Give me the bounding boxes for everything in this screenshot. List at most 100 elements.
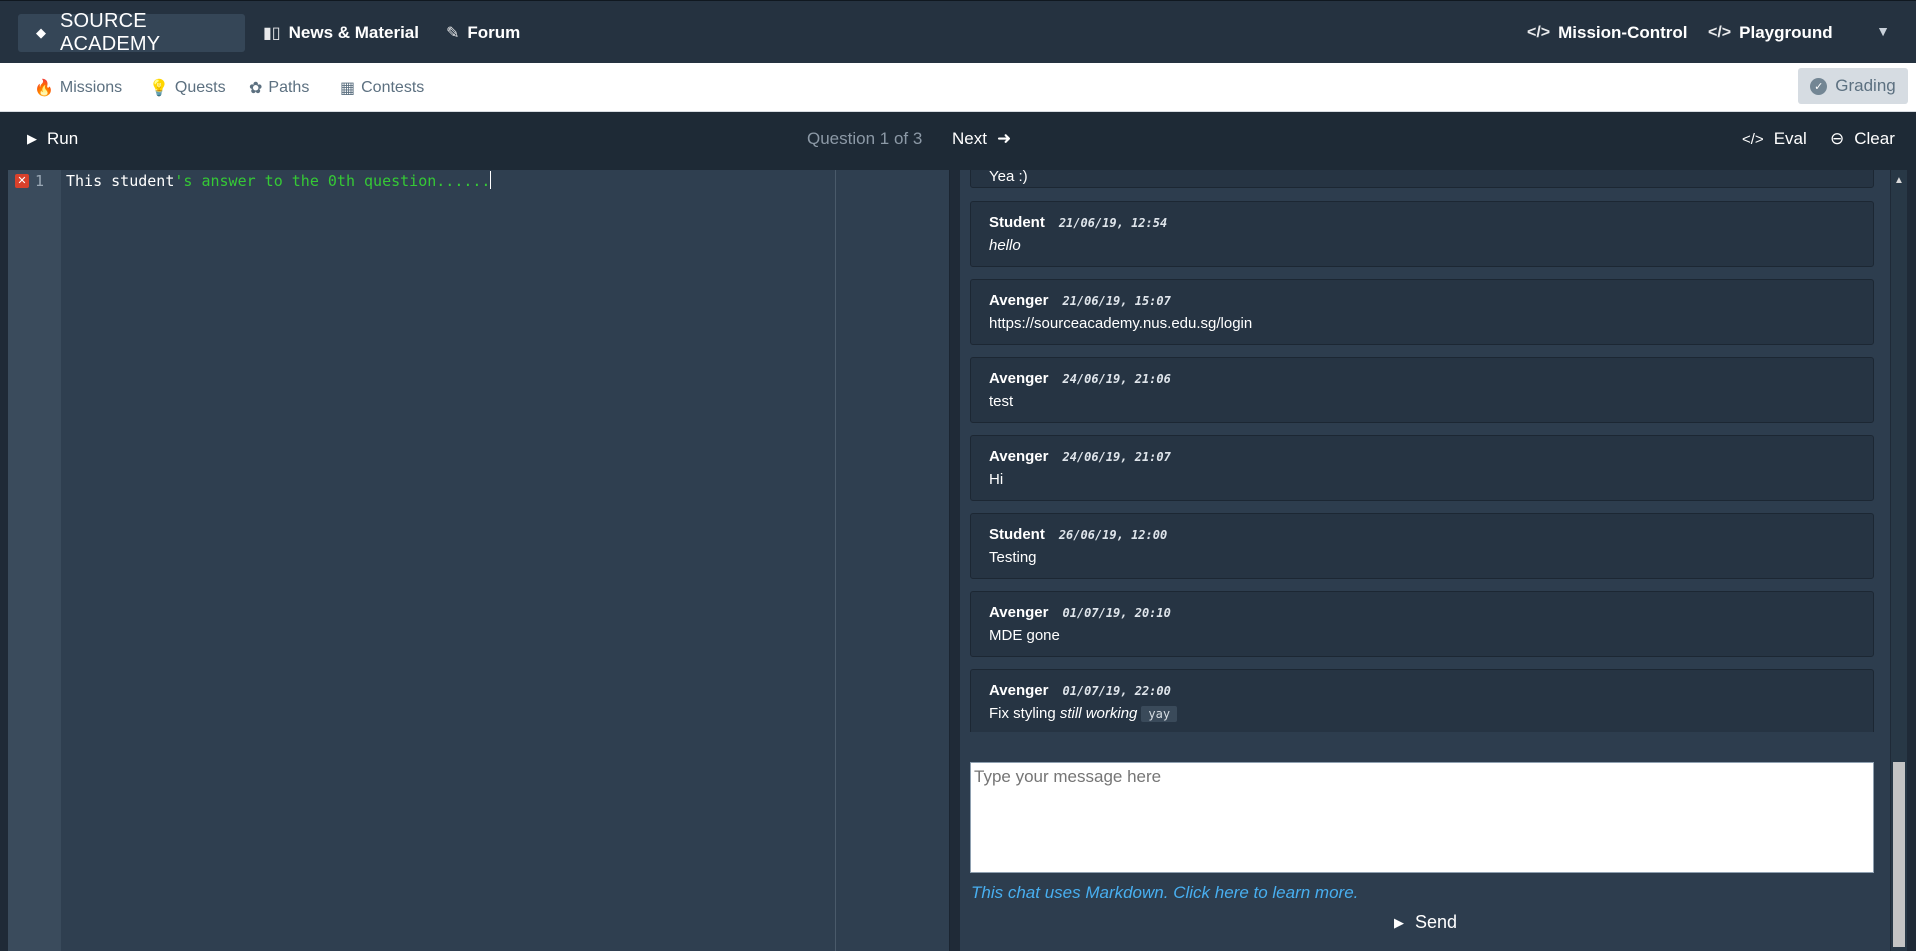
message-time: 24/06/19, 21:07 [1062,450,1171,464]
chat-message: Avenger 01/07/19, 22:00 Fix styling still… [970,669,1874,732]
playground-label: Playground [1739,23,1833,42]
message-time: 01/07/19, 20:10 [1062,606,1171,620]
brand-label: SOURCE ACADEMY [60,10,161,55]
code-icon: </> [1708,24,1732,41]
tab-quests-label: Quests [174,78,226,96]
code-icon: </> [1742,130,1764,148]
play-icon: ▶ [27,131,37,146]
chat-message: Avenger 24/06/19, 21:06 test [970,357,1874,423]
message-input[interactable] [970,762,1874,873]
window-edge [1907,170,1916,951]
message-time: 24/06/19, 21:06 [1062,372,1171,386]
question-counter: Question 1 of 3 [807,129,922,149]
markdown-help-link[interactable]: This chat uses Markdown. Click here to l… [971,883,1358,903]
tab-missions[interactable]: 🔥 Missions [34,75,122,100]
message-author: Avenger [989,292,1049,309]
message-inline-code: yay [1141,706,1178,722]
clear-label: Clear [1854,129,1895,148]
run-label: Run [47,129,79,148]
code-plain-text: This student [66,172,175,190]
message-author: Avenger [989,682,1049,699]
forum-label: Forum [467,23,521,42]
message-time: 01/07/19, 22:00 [1062,684,1171,698]
book-icon: ▮▯ [263,25,281,42]
next-question-button[interactable]: Next ➜ [952,129,1011,149]
code-line-1[interactable]: This student's answer to the 0th questio… [66,171,492,190]
message-text-italic: still working [1059,705,1138,722]
message-author: Avenger [989,448,1049,465]
news-material-label: News & Material [288,23,419,42]
arrow-right-icon: ➜ [996,129,1012,148]
flame-icon: 🔥 [34,79,54,97]
message-time: 26/06/19, 12:00 [1058,528,1168,542]
send-label: Send [1415,912,1458,932]
minus-circle-icon: ⊖ [1830,129,1845,148]
scrollbar-thumb[interactable] [1893,762,1905,947]
grading-chat-panel: Yea :) Student 21/06/19, 12:54 hello Aven… [960,170,1890,951]
tab-paths[interactable]: ✿ Paths [249,75,309,100]
grading-button[interactable]: ✓ Grading [1798,68,1908,104]
check-circle-icon: ✓ [1810,77,1828,95]
run-button[interactable]: ▶ Run [27,129,78,149]
message-text: Testing [989,549,1037,566]
message-text: Fix styling still working yay [989,704,1855,724]
line-number: 1 [35,172,45,190]
mission-control-button[interactable]: </> Mission-Control [1527,14,1688,52]
playground-button[interactable]: </> Playground [1708,14,1833,52]
message-text[interactable]: https://sourceacademy.nus.edu.sg/login [989,314,1855,334]
top-navbar: ◆ SOURCE ACADEMY ▮▯ News & Material ✎ Fo… [0,0,1916,63]
source-academy-home-button[interactable]: ◆ SOURCE ACADEMY [18,10,245,55]
chat-message: Student 21/06/19, 12:54 hello [970,201,1874,267]
chat-message: Avenger 21/06/19, 15:07 https://sourceaca… [970,279,1874,345]
message-text: MDE gone [989,627,1060,644]
lightbulb-icon: 💡 [149,79,169,97]
message-text: hello [989,237,1021,254]
chat-bubbles-icon: ✎ [446,25,460,42]
mission-control-label: Mission-Control [1558,23,1688,42]
tab-missions-label: Missions [59,78,123,96]
eval-button[interactable]: </> Eval [1742,129,1807,149]
code-editor[interactable]: ✕ 1 This student's answer to the 0th que… [8,170,950,951]
tab-contests-label: Contests [361,78,425,96]
workspace-toolbar: ▶ Run Question 1 of 3 Next ➜ </> Eval ⊖ … [0,112,1916,170]
message-author: Avenger [989,604,1049,621]
chat-message: Student 26/06/19, 12:00 Testing [970,513,1874,579]
grading-label: Grading [1835,76,1896,95]
message-text: test [989,393,1014,410]
clear-button[interactable]: ⊖ Clear [1830,129,1895,149]
play-icon: ▶ [1394,914,1404,930]
message-text: Hi [989,471,1004,488]
message-author: Student [989,526,1045,543]
code-string-text: 's answer to the 0th question...... [174,172,491,190]
message-text: Yea :) [989,170,1028,185]
code-icon: </> [1527,24,1551,41]
question-counter-label: Question 1 of 3 [807,129,923,148]
brain-icon: ✿ [249,79,263,97]
chat-scrollbar[interactable]: ▲ [1891,170,1907,951]
scroll-up-icon[interactable]: ▲ [1894,175,1904,186]
message-time: 21/06/19, 15:07 [1062,294,1171,308]
tab-contests[interactable]: ▦ Contests [340,75,424,100]
chat-message: Avenger 01/07/19, 20:10 MDE gone [970,591,1874,657]
message-text-plain: Fix styling [989,705,1056,722]
timeline-icon: ▦ [340,79,356,97]
tab-quests[interactable]: 💡 Quests [149,75,226,100]
chevron-down-icon[interactable]: ▼ [1876,23,1890,39]
send-button[interactable]: ▶ Send [1394,912,1457,933]
message-author: Avenger [989,370,1049,387]
chat-message-list[interactable]: Yea :) Student 21/06/19, 12:54 hello Aven… [970,170,1874,732]
eval-label: Eval [1773,129,1807,148]
tab-paths-label: Paths [268,78,310,96]
print-margin [835,170,836,951]
news-material-button[interactable]: ▮▯ News & Material [263,14,419,52]
editor-gutter: ✕ 1 [8,170,61,951]
academy-subnav: 🔥 Missions 💡 Quests ✿ Paths ▦ Contests ✓… [0,63,1916,112]
next-label: Next [952,129,987,148]
chat-message: Avenger 24/06/19, 21:07 Hi [970,435,1874,501]
message-time: 21/06/19, 12:54 [1058,216,1168,230]
error-icon: ✕ [15,174,29,188]
message-author: Student [989,214,1045,231]
chat-message: Yea :) [970,170,1874,188]
forum-button[interactable]: ✎ Forum [446,14,520,52]
text-cursor [490,171,492,189]
